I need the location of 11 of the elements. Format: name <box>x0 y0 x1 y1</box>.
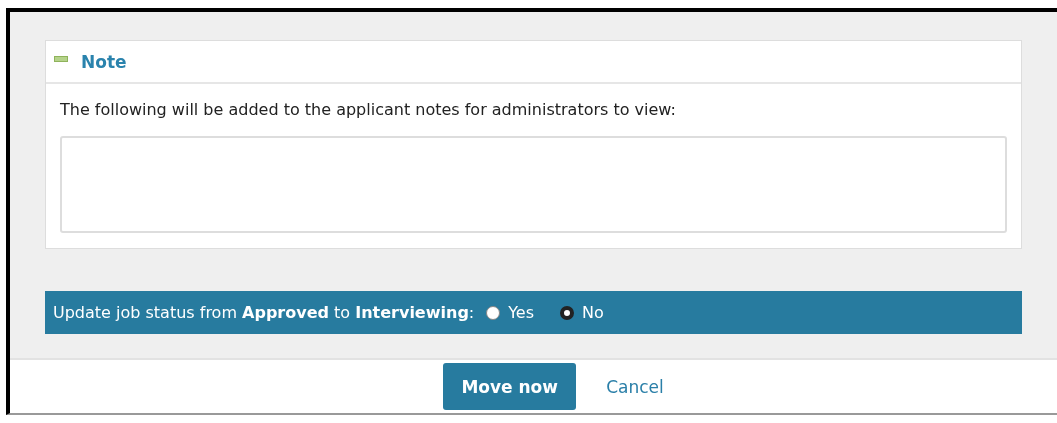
note-field[interactable] <box>60 136 1007 233</box>
status-question: Update job status from Approved to Interviewing: <box>53 303 475 322</box>
radio-button[interactable] <box>486 305 501 320</box>
radio-button[interactable] <box>560 305 575 320</box>
move-now-button[interactable]: Move now <box>443 363 577 410</box>
minus-icon[interactable] <box>54 55 68 62</box>
radio-label[interactable]: Yes <box>508 303 535 322</box>
radio-label[interactable]: No <box>582 303 604 322</box>
cancel-link[interactable]: Cancel <box>606 376 664 397</box>
instruction-text: The following will be added to the applicant notes for administrators to view: <box>60 100 677 119</box>
panel-title: Note <box>81 51 127 72</box>
